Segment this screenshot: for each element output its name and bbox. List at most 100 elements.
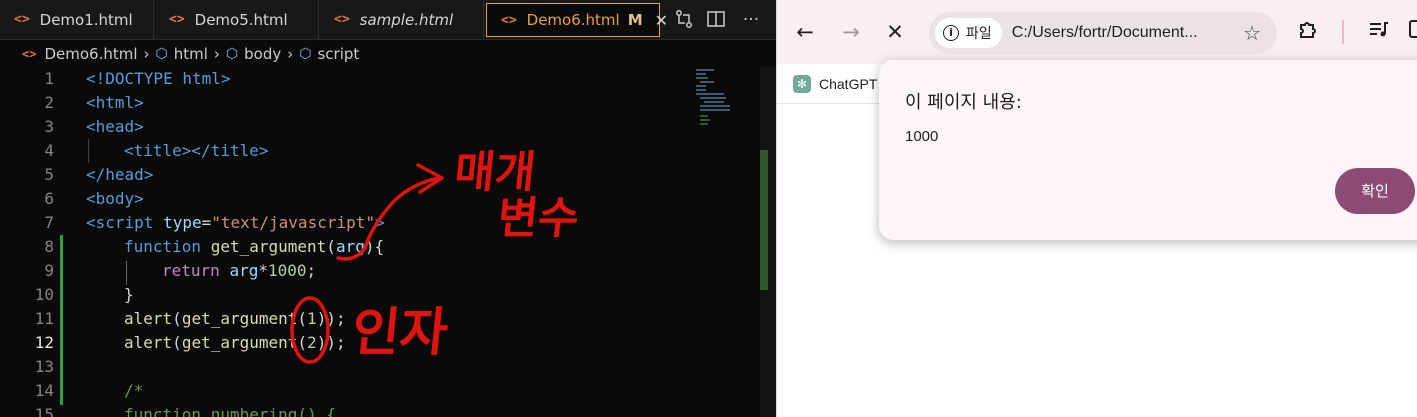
minimap-line [700,97,726,99]
code-text: </head> [86,163,153,187]
line-number: 6 [44,189,54,208]
breadcrumb-script-label: script [317,45,360,63]
html-file-icon: <> [14,12,30,27]
breadcrumb-file-label: Demo6.html [44,45,138,63]
minimap-line [696,73,706,75]
token-keyword: function [124,237,211,256]
browser-toolbar: ← → ✕ i 파일 C:/Users/fortr/Document... ☆ [777,0,1417,64]
bookmark-chatgpt[interactable]: ✻ ChatGPT [793,70,877,98]
minimap-line [696,89,706,91]
token-tag: <script [86,213,164,232]
chevron-right-icon: › [287,45,294,63]
more-actions-icon[interactable]: ··· [740,9,762,31]
code-line: 11 alert(get_argument(1)); [0,307,760,331]
token-tag: <body> [86,189,144,208]
code-line: 1 <!DOCTYPE html> [0,67,760,91]
token-function: alert [124,333,173,352]
forward-button[interactable]: → [837,18,865,46]
code-text: <head> [86,115,144,139]
tab-sample[interactable]: <> sample.html [320,0,484,39]
alert-dialog: 이 페이지 내용: 1000 확인 [879,60,1417,240]
token-punct: ; [306,261,317,280]
minimap-line [700,105,730,107]
token-tag: <html> [86,93,144,112]
token-punct: ( [172,309,182,328]
breadcrumb-body[interactable]: ⬡ body [226,45,281,63]
minimap-line [700,81,714,83]
breadcrumb-script[interactable]: ⬡ script [299,45,359,63]
cube-icon: ⬡ [155,46,168,62]
minimap-line [696,69,714,71]
token-function: alert [124,309,173,328]
stop-loading-button[interactable]: ✕ [881,18,909,46]
split-editor-icon[interactable] [705,9,727,31]
minimap-line [700,109,730,111]
bookmark-star-icon[interactable]: ☆ [1243,21,1261,45]
dialog-message: 1000 [905,128,939,145]
code-text: <title></title> [124,139,269,163]
code-text: } [124,283,134,307]
line-number: 12 [34,333,54,352]
token-punct: ( [172,333,182,352]
extensions-icon[interactable] [1297,18,1319,45]
token-function: get_argument [210,237,327,256]
code-area[interactable]: 1 <!DOCTYPE html> 2 <html> 3 <head> 4 <t… [0,67,760,417]
site-info-chip[interactable]: i 파일 [935,18,1002,48]
tab-demo6[interactable]: <> Demo6.html M ✕ [486,3,668,37]
html-file-icon: <> [334,12,350,27]
code-text: <html> [86,91,144,115]
token-punct: ( [297,333,308,352]
token-punct: ( [326,237,336,256]
side-panel-icon[interactable] [1407,18,1417,45]
token-attr: type [163,213,202,232]
token-punct: )); [316,333,346,352]
modified-indicator: M [627,11,643,29]
code-line: 6 <body> [0,187,760,211]
close-tab-icon[interactable]: ✕ [655,11,668,30]
code-text: function get_argument(arg){ [124,235,384,259]
token-function: get_argument [181,309,298,328]
chevron-right-icon: › [143,45,150,63]
code-line: 2 <html> [0,91,760,115]
editor-tab-bar: <> Demo1.html <> Demo5.html <> sample.ht… [0,0,776,40]
info-icon: i [943,25,959,41]
chevron-right-icon: › [213,45,220,63]
line-number: 4 [44,141,54,160]
minimap-line [704,101,724,103]
line-number: 2 [44,93,54,112]
scrollbar-thumb[interactable] [760,150,768,290]
token-punct: } [124,285,134,304]
code-text: function numbering() { [124,403,336,417]
code-line: 3 <head> [0,115,760,139]
breadcrumb-body-label: body [244,45,282,63]
line-number: 8 [44,237,54,256]
compare-changes-icon[interactable] [673,9,695,31]
breadcrumb-html-label: html [173,45,208,63]
minimap[interactable] [688,67,760,147]
code-line: 12 alert(get_argument(2)); [0,331,760,355]
ok-button[interactable]: 확인 [1335,168,1415,214]
url-text[interactable]: C:/Users/fortr/Document... [1012,24,1198,42]
tab-demo1[interactable]: <> Demo1.html [0,0,154,39]
tab-demo5[interactable]: <> Demo5.html [155,0,319,39]
code-text: <!DOCTYPE html> [86,67,231,91]
html-file-icon: <> [501,12,517,28]
line-number: 11 [34,309,54,328]
arrow-right-icon: → [842,20,860,44]
tab-label: Demo1.html [39,10,133,29]
line-number: 3 [44,117,54,136]
tab-label: Demo5.html [194,10,288,29]
back-button[interactable]: ← [791,18,819,46]
line-number: 5 [44,165,54,184]
token-op: * [258,261,268,280]
breadcrumb-file[interactable]: <> Demo6.html [22,45,138,63]
token-tag: <title></title> [124,141,269,160]
address-bar[interactable]: i 파일 C:/Users/fortr/Document... ☆ [929,12,1277,54]
token-op: = [201,213,212,232]
tab-label: Demo6.html [526,11,620,29]
token-comment: function [124,405,211,417]
code-editor: <> Demo1.html <> Demo5.html <> sample.ht… [0,0,776,417]
media-controls-icon[interactable] [1367,18,1389,45]
code-text: <script type="text/javascript"> [86,211,385,235]
breadcrumb-html[interactable]: ⬡ html [156,45,208,63]
